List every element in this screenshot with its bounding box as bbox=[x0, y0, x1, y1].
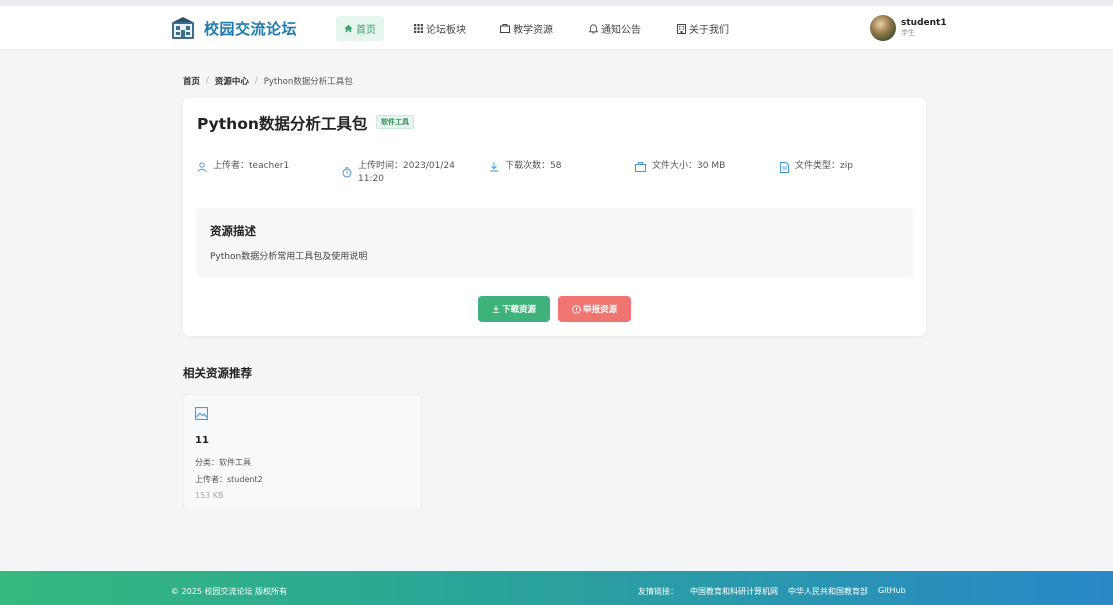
downloads-text: 下载次数：58 bbox=[505, 161, 562, 171]
site-name: 校园交流论坛 bbox=[204, 19, 298, 38]
footer-links: 友情链接： 中国教育和科研计算机网 中华人民共和国教育部 GitHub bbox=[638, 586, 916, 597]
nav-forum-sections[interactable]: 论坛板块 bbox=[406, 16, 474, 41]
home-icon bbox=[344, 24, 353, 33]
top-navbar: 校园交流论坛 首页 论坛板块 教学资源 通知公告 关于我们 student1 学… bbox=[0, 6, 1113, 50]
breadcrumb-current: Python数据分析工具包 bbox=[263, 77, 353, 87]
resource-detail-card: Python数据分析工具包 软件工具 上传者：teacher1 上传时间：202… bbox=[183, 98, 926, 336]
related-resource-card[interactable]: 11 分类：软件工具 上传者：student2 153 KB bbox=[183, 394, 422, 511]
document-icon bbox=[780, 162, 789, 173]
download-button-label: 下载资源 bbox=[501, 305, 536, 315]
meta-file-size: 文件大小：30 MB bbox=[635, 160, 725, 173]
download-button[interactable]: 下载资源 bbox=[478, 296, 550, 322]
warning-icon bbox=[572, 304, 581, 314]
grid-icon bbox=[414, 24, 423, 33]
meta-file-type: 文件类型：zip bbox=[780, 160, 853, 173]
user-menu[interactable]: student1 学生 bbox=[870, 15, 947, 41]
image-icon bbox=[195, 407, 208, 420]
nav-forum-sections-label: 论坛板块 bbox=[426, 25, 466, 36]
uploader-text: 上传者：teacher1 bbox=[213, 161, 290, 171]
upload-time-clock: 11:20 bbox=[358, 174, 384, 184]
related-resource-name[interactable]: 11 bbox=[195, 435, 209, 446]
breadcrumb-resource-center[interactable]: 资源中心 bbox=[215, 75, 249, 87]
footer-link-moe[interactable]: 中华人民共和国教育部 bbox=[788, 586, 868, 597]
nav-teaching-resources[interactable]: 教学资源 bbox=[492, 16, 561, 41]
footer-copyright: © 2025 校园交流论坛 版权所有 bbox=[171, 587, 287, 596]
footer: © 2025 校园交流论坛 版权所有 友情链接： 中国教育和科研计算机网 中华人… bbox=[0, 571, 1113, 605]
category-tag: 软件工具 bbox=[376, 115, 414, 129]
resource-title: Python数据分析工具包 bbox=[197, 115, 368, 133]
nav-notices[interactable]: 通知公告 bbox=[581, 16, 649, 41]
nav-teaching-resources-label: 教学资源 bbox=[513, 25, 553, 36]
breadcrumb-separator: / bbox=[206, 76, 209, 86]
file-type-text: 文件类型：zip bbox=[795, 161, 853, 171]
meta-downloads: 下载次数：58 bbox=[489, 160, 561, 173]
breadcrumb-separator: / bbox=[254, 76, 258, 86]
description-box: 资源描述 Python数据分析常用工具包及使用说明 bbox=[196, 208, 913, 277]
nav-notices-label: 通知公告 bbox=[601, 25, 641, 36]
nav-home[interactable]: 首页 bbox=[336, 16, 384, 41]
download-icon bbox=[492, 305, 500, 313]
related-resource-category: 分类：软件工具 bbox=[195, 458, 251, 467]
user-role: 学生 bbox=[901, 29, 915, 37]
folder-icon bbox=[500, 24, 510, 33]
footer-link-github[interactable]: GitHub bbox=[878, 586, 906, 597]
related-resource-size: 153 KB bbox=[195, 491, 224, 500]
description-title: 资源描述 bbox=[210, 224, 256, 238]
meta-upload-time: 上传时间：2023/01/24 11:20 bbox=[342, 160, 455, 186]
briefcase-icon bbox=[635, 162, 646, 172]
meta-uploader: 上传者：teacher1 bbox=[197, 160, 289, 173]
upload-time-date: 上传时间：2023/01/24 bbox=[358, 161, 455, 171]
footer-links-label: 友情链接： bbox=[638, 587, 678, 596]
download-icon bbox=[490, 162, 498, 172]
report-button-label: 举报资源 bbox=[582, 305, 617, 315]
related-resources-title: 相关资源推荐 bbox=[183, 366, 252, 380]
user-icon bbox=[197, 162, 207, 172]
main-nav: 首页 论坛板块 教学资源 通知公告 关于我们 bbox=[336, 16, 737, 41]
school-building-icon bbox=[172, 17, 194, 39]
bell-icon bbox=[589, 23, 598, 34]
building-icon bbox=[677, 23, 686, 34]
file-size-text: 文件大小：30 MB bbox=[652, 161, 726, 171]
nav-home-label: 首页 bbox=[356, 25, 376, 36]
footer-link-cernet[interactable]: 中国教育和科研计算机网 bbox=[690, 586, 778, 597]
site-logo[interactable]: 校园交流论坛 bbox=[171, 16, 297, 40]
avatar[interactable] bbox=[870, 15, 896, 41]
nav-about-us[interactable]: 关于我们 bbox=[669, 16, 737, 41]
report-button[interactable]: 举报资源 bbox=[558, 296, 631, 322]
timer-icon bbox=[342, 167, 352, 178]
breadcrumb: 首页 / 资源中心 / Python数据分析工具包 bbox=[183, 75, 353, 87]
nav-about-us-label: 关于我们 bbox=[689, 25, 729, 36]
description-text: Python数据分析常用工具包及使用说明 bbox=[210, 252, 368, 262]
user-name: student1 bbox=[901, 18, 947, 28]
user-info: student1 学生 bbox=[901, 18, 947, 38]
upload-time-text: 上传时间：2023/01/24 11:20 bbox=[358, 160, 455, 186]
breadcrumb-home[interactable]: 首页 bbox=[183, 75, 200, 87]
related-resource-uploader: 上传者：student2 bbox=[195, 475, 263, 484]
